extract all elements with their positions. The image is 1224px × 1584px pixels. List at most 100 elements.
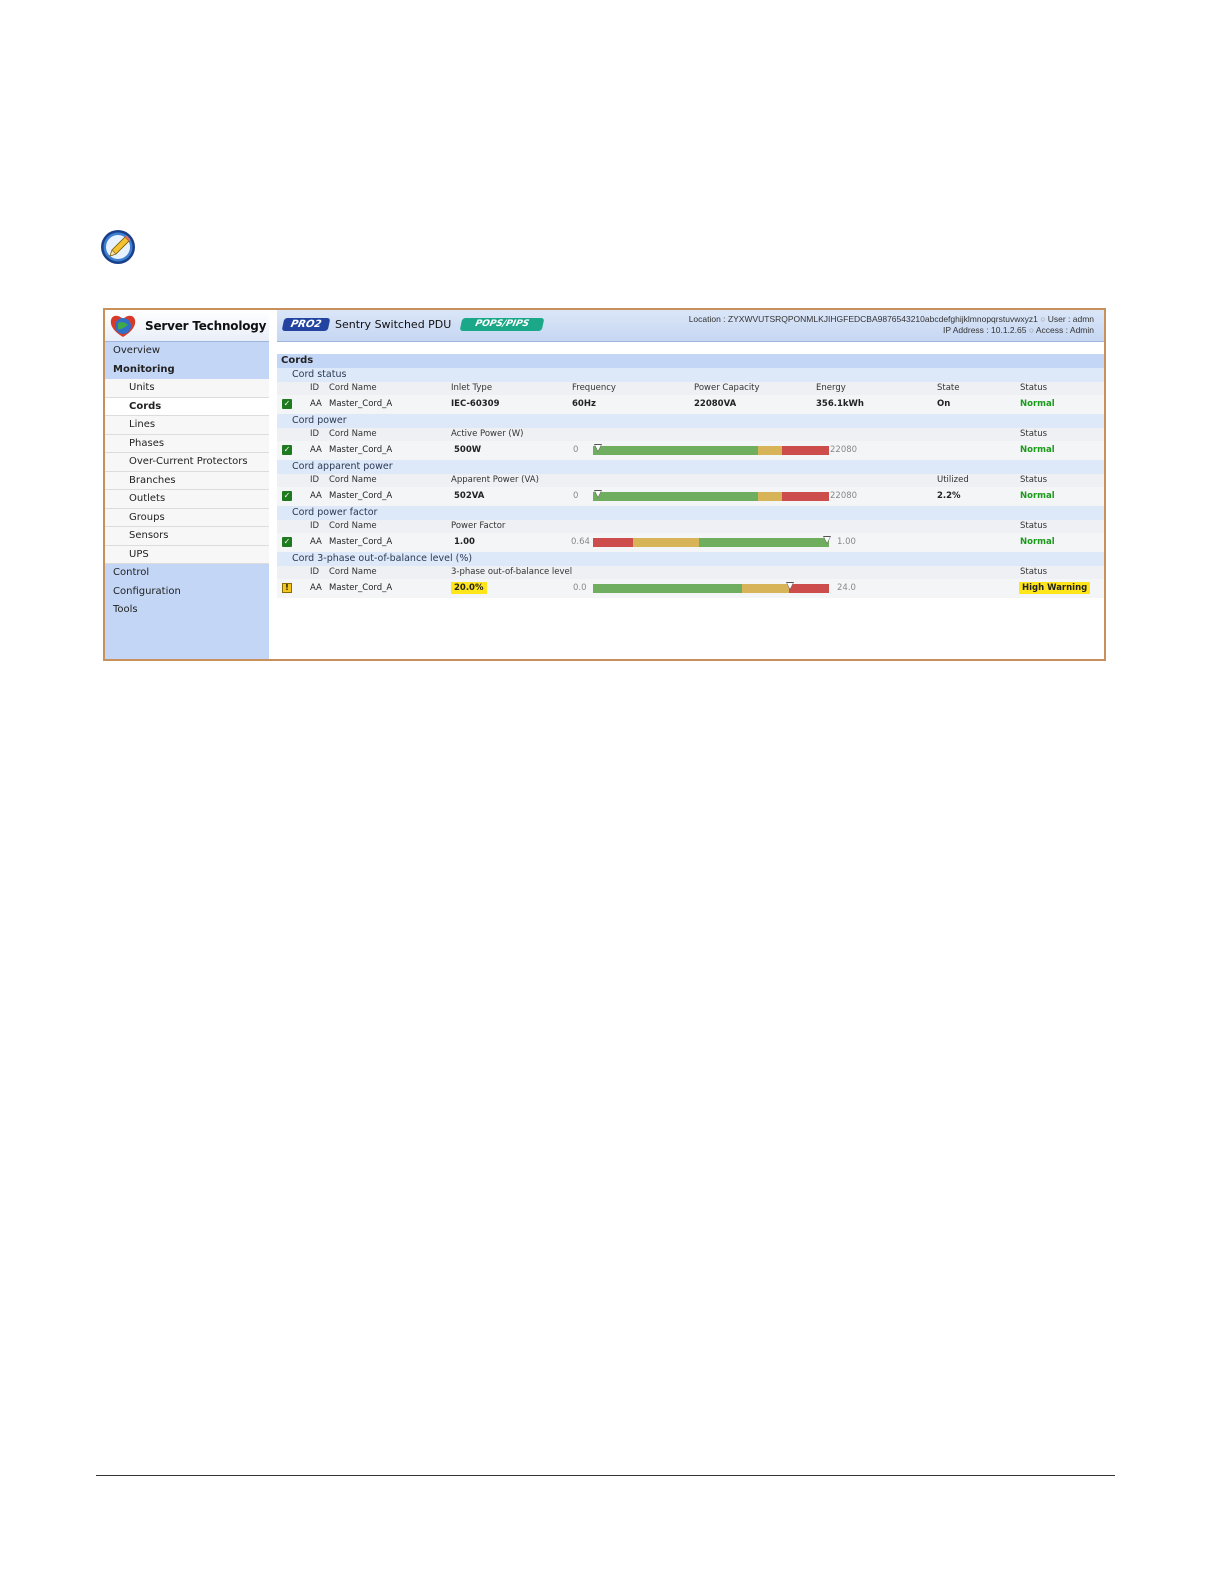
sidebar-item-control[interactable]: Control: [105, 564, 269, 583]
col-status: Status: [1020, 475, 1048, 485]
gauge-normal-zone: [593, 492, 759, 501]
section-cord-apparent-power: Cord apparent power: [277, 460, 1104, 474]
col-cord-name: Cord Name: [329, 429, 377, 439]
col-frequency: Frequency: [572, 383, 616, 393]
status-normal: Normal: [1020, 537, 1055, 547]
table-header: ID Cord Name Apparent Power (VA) Utilize…: [277, 474, 1104, 487]
brand-header[interactable]: Server Technology: [105, 310, 269, 342]
col-id: ID: [310, 521, 320, 531]
cord-id: AA: [310, 537, 322, 547]
product-name: Sentry Switched PDU: [335, 318, 452, 331]
power-factor-gauge: [593, 536, 831, 547]
col-apparent-power: Apparent Power (VA): [451, 475, 539, 485]
cord-name[interactable]: Master_Cord_A: [329, 441, 392, 460]
sidebar-item-phases[interactable]: Phases: [105, 434, 269, 453]
cord-name[interactable]: Master_Cord_A: [329, 533, 392, 552]
status-normal: Normal: [1020, 445, 1055, 455]
status-normal: Normal: [1020, 399, 1055, 409]
power-factor-value: 1.00: [454, 537, 475, 547]
sidebar-item-monitoring[interactable]: Monitoring: [105, 360, 269, 379]
sidebar-item-lines[interactable]: Lines: [105, 416, 269, 435]
sidebar-item-ups[interactable]: UPS: [105, 545, 269, 564]
cord-name[interactable]: Master_Cord_A: [329, 579, 392, 598]
cord-id: AA: [310, 583, 322, 593]
sidebar-item-cords[interactable]: Cords: [105, 397, 269, 416]
sidebar-nav: Overview Monitoring Units Cords Lines Phases O…: [105, 342, 269, 620]
col-status: Status: [1020, 429, 1048, 439]
balance-value: 20.0%: [451, 582, 487, 594]
table-header: ID Cord Name Active Power (W) Status: [277, 428, 1104, 441]
gauge-critical-zone: [781, 446, 829, 455]
section-cord-status: Cord status: [277, 368, 1104, 382]
gauge-warning-zone: [758, 492, 782, 501]
balance-gauge: [593, 582, 829, 593]
table-row[interactable]: ✓ AA Master_Cord_A IEC-60309 60Hz 22080V…: [277, 395, 1104, 414]
col-active-power: Active Power (W): [451, 429, 524, 439]
cord-id: AA: [310, 491, 322, 501]
col-energy: Energy: [816, 383, 846, 393]
energy: 356.1kWh: [816, 399, 864, 409]
content: Cords Cord status ID Cord Name Inlet Typ…: [277, 354, 1104, 598]
col-balance-level: 3-phase out-of-balance level: [451, 567, 573, 577]
sidebar-item-over-current-protectors[interactable]: Over-Current Protectors: [105, 453, 269, 472]
sidebar-item-tools[interactable]: Tools: [105, 601, 269, 620]
status-ok-icon: ✓: [282, 537, 292, 547]
table-header: ID Cord Name Power Factor Status: [277, 520, 1104, 533]
col-status: Status: [1020, 567, 1048, 577]
gauge-marker: [785, 582, 794, 590]
table-row[interactable]: ! AA Master_Cord_A 20.0% 0.0 24.0 High W…: [277, 579, 1104, 598]
col-state: State: [937, 383, 960, 393]
col-id: ID: [310, 567, 320, 577]
gauge-warning-zone: [741, 584, 789, 593]
pdu-web-screenshot: Server Technology Overview Monitoring Unit…: [103, 308, 1106, 661]
sidebar-item-sensors[interactable]: Sensors: [105, 527, 269, 546]
gauge-warning-zone: [633, 538, 700, 547]
section-cord-power-factor: Cord power factor: [277, 506, 1104, 520]
power-capacity: 22080VA: [694, 399, 737, 409]
gauge-max-label: 24.0: [837, 583, 856, 593]
server-technology-logo: [110, 315, 136, 337]
page-title: Cords: [277, 354, 1104, 368]
cord-id: AA: [310, 399, 322, 409]
table-row[interactable]: ✓ AA Master_Cord_A 500W 0 22080 Normal: [277, 441, 1104, 460]
cord-name[interactable]: Master_Cord_A: [329, 487, 392, 506]
table-header: ID Cord Name Inlet Type Frequency Power …: [277, 382, 1104, 395]
gauge-warning-zone: [758, 446, 782, 455]
gauge-normal-zone: [593, 584, 742, 593]
col-utilized: Utilized: [937, 475, 969, 485]
gauge-min-label: 0: [573, 491, 579, 501]
gauge-marker: [822, 536, 831, 544]
gauge-max-label: 22080: [830, 445, 858, 455]
table-header: ID Cord Name 3-phase out-of-balance leve…: [277, 566, 1104, 579]
gauge-critical-zone: [788, 584, 829, 593]
status-ok-icon: ✓: [282, 399, 292, 409]
col-power-factor: Power Factor: [451, 521, 506, 531]
col-inlet-type: Inlet Type: [451, 383, 493, 393]
sidebar-item-units[interactable]: Units: [105, 379, 269, 398]
col-status: Status: [1020, 521, 1048, 531]
status-ok-icon: ✓: [282, 491, 292, 501]
ip-label: IP Address : 10.1.2.65: [942, 325, 1027, 335]
footer-rule: [96, 1475, 1115, 1476]
sidebar-item-branches[interactable]: Branches: [105, 471, 269, 490]
col-power-capacity: Power Capacity: [694, 383, 760, 393]
col-cord-name: Cord Name: [329, 383, 377, 393]
table-row[interactable]: ✓ AA Master_Cord_A 502VA 0 22080 2.2% No…: [277, 487, 1104, 506]
col-cord-name: Cord Name: [329, 521, 377, 531]
gauge-marker: [594, 490, 603, 498]
brand-name: Server Technology: [145, 318, 267, 333]
cord-name[interactable]: Master_Cord_A: [329, 395, 392, 414]
sidebar-item-outlets[interactable]: Outlets: [105, 490, 269, 509]
sidebar-item-configuration[interactable]: Configuration: [105, 582, 269, 601]
frequency: 60Hz: [572, 399, 596, 409]
gauge-critical-zone: [781, 492, 829, 501]
warning-icon: !: [282, 583, 292, 593]
note-pencil-icon: [101, 230, 135, 264]
table-row[interactable]: ✓ AA Master_Cord_A 1.00 0.64 1.00 Normal: [277, 533, 1104, 552]
gauge-max-label: 22080: [830, 491, 858, 501]
col-cord-name: Cord Name: [329, 475, 377, 485]
sidebar-item-overview[interactable]: Overview: [105, 342, 269, 361]
active-power-gauge: [593, 444, 829, 455]
gauge-normal-zone: [699, 538, 829, 547]
sidebar-item-groups[interactable]: Groups: [105, 508, 269, 527]
